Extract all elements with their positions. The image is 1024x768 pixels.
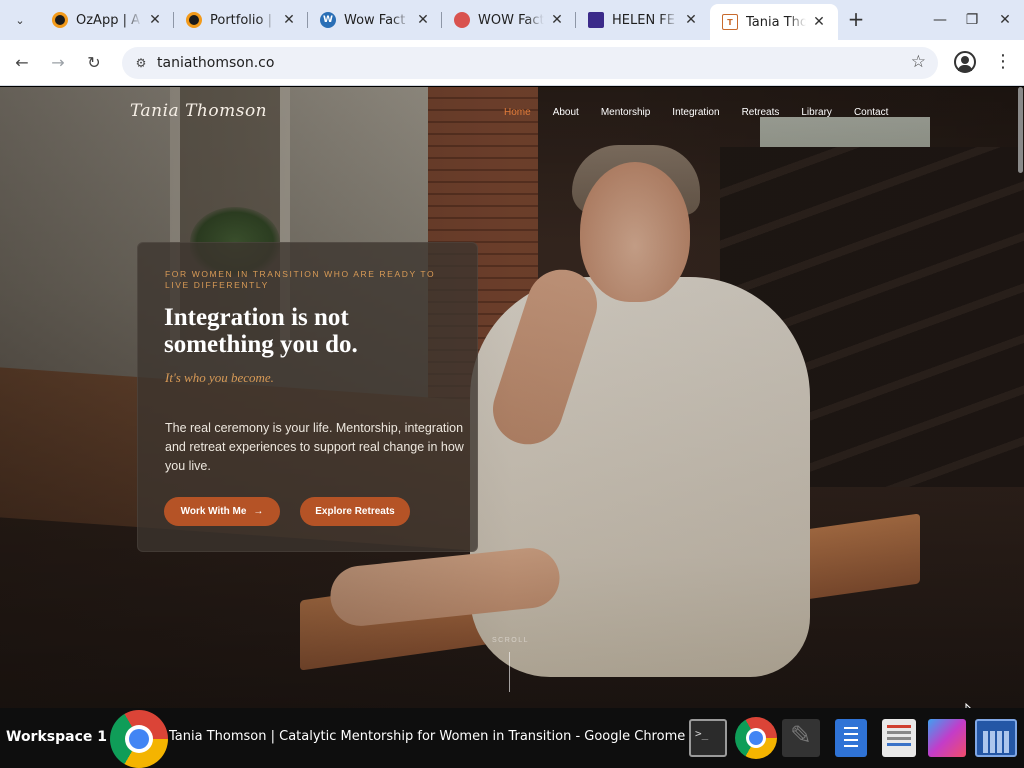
scroll-indicator-label[interactable]: SCROLL <box>492 637 529 644</box>
browser-tab[interactable]: HELEN FE ✕ <box>576 6 710 34</box>
address-url[interactable]: taniathomson.co <box>157 55 274 71</box>
bookmark-star-icon[interactable]: ☆ <box>911 52 926 72</box>
tab-title: WOW Fact <box>478 12 544 28</box>
page-scrollbar[interactable] <box>1017 87 1024 708</box>
tab-title: Tania Tho <box>746 14 806 30</box>
document-viewer-icon[interactable] <box>882 719 916 757</box>
tab-close-icon[interactable]: ✕ <box>414 11 432 29</box>
tab-favicon-icon: T <box>722 14 738 30</box>
tab-close-icon[interactable]: ✕ <box>146 11 164 29</box>
nav-about[interactable]: About <box>553 107 579 118</box>
explore-retreats-button[interactable]: Explore Retreats <box>300 497 410 526</box>
hero-title-line1: Integration is not <box>164 304 349 331</box>
tab-strip: ⌄ OzApp | A ✕ Portfolio | ✕ W Wow Fact ✕… <box>0 0 1024 40</box>
nav-library[interactable]: Library <box>801 107 832 118</box>
new-tab-icon[interactable]: + <box>844 8 868 32</box>
browser-tab[interactable]: W Wow Fact ✕ <box>308 6 442 34</box>
nav-retreats[interactable]: Retreats <box>742 107 780 118</box>
browser-tab[interactable]: Portfolio | ✕ <box>174 6 308 34</box>
taskbar: Workspace 1 Tania Thomson | Catalytic Me… <box>0 708 1024 768</box>
nav-contact[interactable]: Contact <box>854 107 888 118</box>
browser-menu-icon[interactable]: ⋮ <box>994 51 1012 75</box>
wordpress-icon: W <box>320 12 336 28</box>
work-with-me-label: Work With Me <box>180 506 247 517</box>
nav-home[interactable]: Home <box>504 107 531 118</box>
profile-icon[interactable] <box>954 51 976 73</box>
work-with-me-button[interactable]: Work With Me → <box>164 497 280 526</box>
site-logo[interactable]: Tania Thomson <box>130 101 267 121</box>
terminal-icon[interactable] <box>689 719 727 757</box>
tab-favicon-icon <box>186 12 202 28</box>
close-window-icon[interactable]: ✕ <box>993 8 1017 32</box>
tab-close-icon[interactable]: ✕ <box>682 11 700 29</box>
image-viewer-icon[interactable] <box>928 719 966 757</box>
notes-app-icon[interactable] <box>835 719 867 757</box>
reload-icon[interactable]: ↻ <box>80 49 108 77</box>
scroll-indicator-line <box>509 652 510 692</box>
tab-favicon-icon <box>52 12 68 28</box>
workspace-label[interactable]: Workspace 1 <box>6 729 107 745</box>
tab-close-icon[interactable]: ✕ <box>548 11 566 29</box>
forward-arrow-icon[interactable]: → <box>44 49 72 77</box>
browser-toolbar: ← → ↻ ⚙ taniathomson.co ☆ ⋮ <box>0 40 1024 86</box>
arrow-right-icon: → <box>253 506 264 517</box>
tab-title: OzApp | A <box>76 12 142 28</box>
restore-icon[interactable]: ❐ <box>960 8 984 32</box>
site-nav: Home About Mentorship Integration Retrea… <box>504 107 910 118</box>
nav-integration[interactable]: Integration <box>672 107 719 118</box>
chrome-app-icon[interactable] <box>110 710 168 768</box>
tab-search-chevron-icon[interactable]: ⌄ <box>8 8 32 32</box>
hero-subtitle: It's who you become. <box>165 370 274 385</box>
minimize-icon[interactable]: — <box>928 8 952 32</box>
site-info-icon[interactable]: ⚙ <box>132 54 150 72</box>
hero-title: Integration is not something you do. <box>164 304 464 358</box>
calculator-icon[interactable] <box>975 719 1017 757</box>
tab-favicon-icon <box>588 12 604 28</box>
tab-title: Portfolio | <box>210 12 276 28</box>
hero-title-line2: something you do. <box>164 331 358 358</box>
tab-close-icon[interactable]: ✕ <box>280 11 298 29</box>
hero-body: The real ceremony is your life. Mentorsh… <box>165 421 464 473</box>
browser-tab[interactable]: WOW Fact ✕ <box>442 6 576 34</box>
tab-title: Wow Fact <box>344 12 410 28</box>
browser-tab[interactable]: OzApp | A ✕ <box>40 6 174 34</box>
address-bar[interactable]: ⚙ taniathomson.co ☆ <box>122 47 938 79</box>
scrollbar-thumb[interactable] <box>1018 87 1023 173</box>
tab-favicon-icon <box>454 12 470 28</box>
back-arrow-icon[interactable]: ← <box>8 49 36 77</box>
tab-title: HELEN FE <box>612 12 678 28</box>
active-window-title[interactable]: Tania Thomson | Catalytic Mentorship for… <box>169 729 685 744</box>
browser-tab-active[interactable]: T Tania Tho ✕ <box>710 4 838 40</box>
tab-close-icon[interactable]: ✕ <box>810 13 828 31</box>
hero-card: FOR WOMEN IN TRANSITION WHO ARE READY TO… <box>137 242 478 552</box>
explore-retreats-label: Explore Retreats <box>315 506 395 517</box>
chrome-launcher-icon[interactable] <box>735 717 777 759</box>
hero-kicker: FOR WOMEN IN TRANSITION WHO ARE READY TO… <box>165 269 436 290</box>
nav-mentorship[interactable]: Mentorship <box>601 107 650 118</box>
text-editor-icon[interactable] <box>782 719 820 757</box>
web-page: Tania Thomson Home About Mentorship Inte… <box>0 87 1024 708</box>
